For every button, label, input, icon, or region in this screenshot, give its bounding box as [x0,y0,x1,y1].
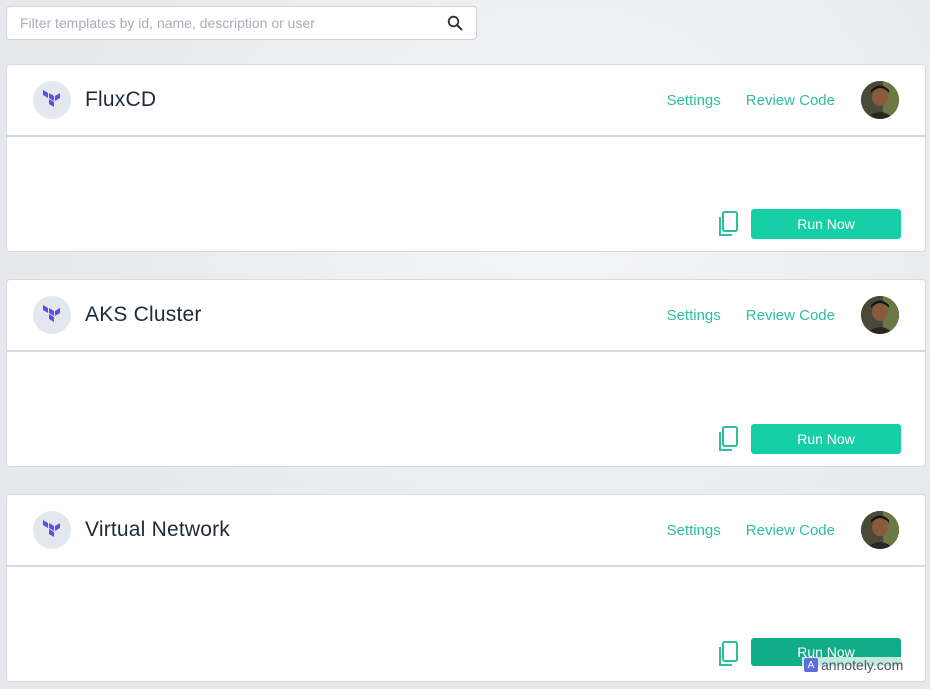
template-title: AKS Cluster [85,303,202,326]
card-body: Run Now [7,137,925,251]
review-code-link[interactable]: Review Code [746,522,835,539]
avatar[interactable] [861,81,899,119]
search-input[interactable] [20,15,446,31]
template-title: FluxCD [85,88,157,111]
copy-icon[interactable] [717,211,739,237]
template-title: Virtual Network [85,518,230,541]
settings-link[interactable]: Settings [667,92,721,109]
copy-icon[interactable] [717,641,739,667]
template-card: Virtual Network Settings Review Code Run… [6,494,926,682]
settings-link[interactable]: Settings [667,307,721,324]
review-code-link[interactable]: Review Code [746,307,835,324]
run-now-button[interactable]: Run Now [751,424,901,454]
card-body: Run Now [7,352,925,466]
card-header: AKS Cluster Settings Review Code [7,280,925,352]
avatar[interactable] [861,296,899,334]
search-bar [6,6,477,40]
card-body: Run Now [7,567,925,681]
search-icon[interactable] [446,14,464,32]
card-header: FluxCD Settings Review Code [7,65,925,137]
copy-icon[interactable] [717,426,739,452]
run-now-button[interactable]: Run Now [751,209,901,239]
review-code-link[interactable]: Review Code [746,92,835,109]
annotely-logo-icon: A [804,658,818,672]
settings-link[interactable]: Settings [667,522,721,539]
terraform-logo-icon [33,81,71,119]
template-card: FluxCD Settings Review Code Run Now [6,64,926,252]
template-card: AKS Cluster Settings Review Code Run Now [6,279,926,467]
terraform-logo-icon [33,511,71,549]
watermark: A annotely.com [802,657,906,673]
terraform-logo-icon [33,296,71,334]
avatar[interactable] [861,511,899,549]
card-header: Virtual Network Settings Review Code [7,495,925,567]
watermark-text: annotely.com [821,657,904,673]
